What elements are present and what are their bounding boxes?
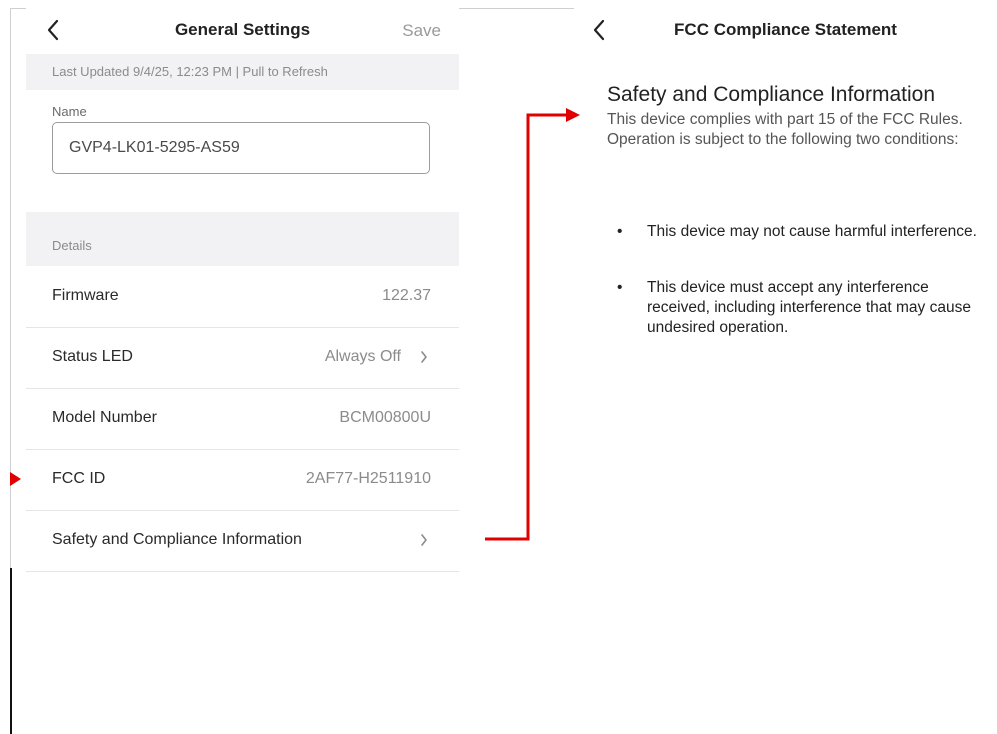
chevron-right-icon <box>421 534 427 546</box>
list-item: • This device must accept any interferenc… <box>617 279 971 336</box>
row-label: Status LED <box>52 348 133 365</box>
row-safety-compliance[interactable]: Safety and Compliance Information <box>26 510 459 572</box>
row-value: 122.37 <box>382 287 431 304</box>
intro-text: This device complies with part 15 of the… <box>607 111 963 148</box>
row-firmware: Firmware 122.37 <box>26 266 459 328</box>
frame-left-border <box>10 8 11 568</box>
conditions-list: • This device may not cause harmful inter… <box>607 222 992 374</box>
general-settings-screen: General Settings Save Last Updated 9/4/2… <box>26 8 459 572</box>
name-input[interactable] <box>52 122 430 174</box>
row-label: Firmware <box>52 287 119 304</box>
page-title: General Settings <box>174 20 311 39</box>
condition-text: This device must accept any interference… <box>647 279 971 336</box>
save-button[interactable]: Save <box>402 21 441 41</box>
list-item: • This device may not cause harmful inter… <box>617 223 977 240</box>
details-header-label: Details <box>52 238 92 253</box>
row-label: Safety and Compliance Information <box>52 531 302 548</box>
back-icon[interactable] <box>42 15 66 45</box>
row-status-led[interactable]: Status LED Always Off <box>26 327 459 389</box>
section-heading: Safety and Compliance Information <box>607 83 936 106</box>
row-value: Always Off <box>324 348 401 365</box>
details-section-header: Details <box>26 212 459 266</box>
frame-left-marker <box>10 568 12 734</box>
row-fcc-id: FCC ID 2AF77-H2511910 <box>26 449 459 511</box>
condition-text: This device may not cause harmful interf… <box>647 223 977 240</box>
nav-bar: General Settings Save <box>26 8 459 54</box>
row-value: 2AF77-H2511910 <box>305 470 431 487</box>
row-model-number: Model Number BCM00800U <box>26 388 459 450</box>
fcc-statement-screen: FCC Compliance Statement Safety and Comp… <box>574 8 997 734</box>
last-updated-text: Last Updated 9/4/25, 12:23 PM | Pull to … <box>52 64 328 79</box>
row-label: Model Number <box>52 409 157 426</box>
chevron-right-icon <box>421 351 427 363</box>
row-value: BCM00800U <box>339 409 431 426</box>
name-label: Name <box>52 104 87 119</box>
last-updated-bar[interactable]: Last Updated 9/4/25, 12:23 PM | Pull to … <box>26 54 459 90</box>
row-label: FCC ID <box>52 470 106 487</box>
page-title: FCC Compliance Statement <box>674 20 897 39</box>
